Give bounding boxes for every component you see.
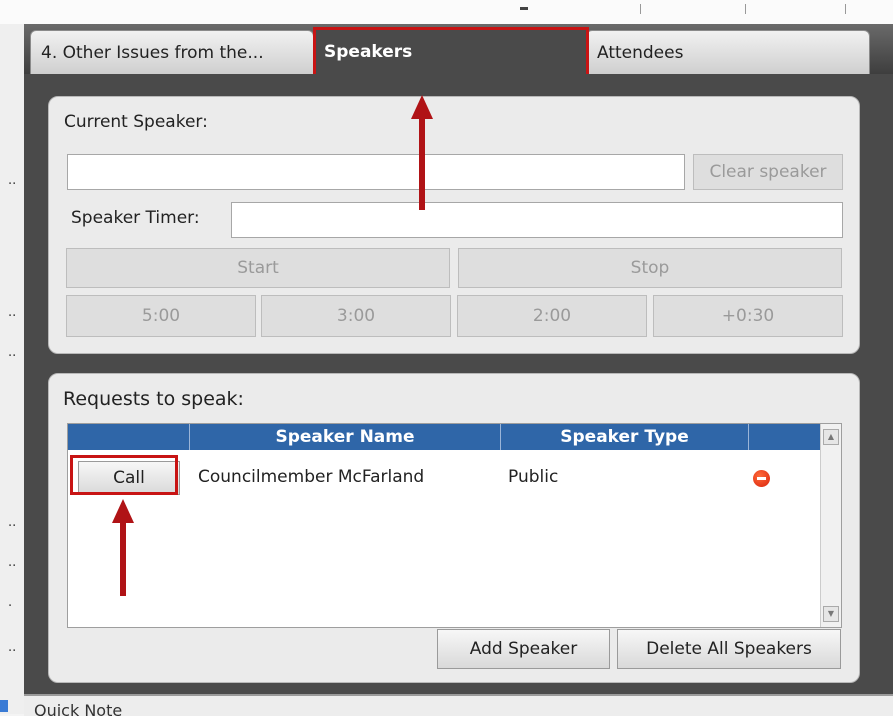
speaker-timer-input[interactable] (231, 202, 843, 238)
current-speaker-input[interactable] (67, 154, 685, 190)
preset-2min-button[interactable]: 2:00 (457, 295, 647, 337)
tab-attendees[interactable]: Attendees (586, 30, 870, 74)
tab-bar: 4. Other Issues from the... Speakers Att… (24, 24, 893, 74)
scroll-down-arrow-icon[interactable]: ▼ (823, 606, 839, 622)
preset-5min-button[interactable]: 5:00 (66, 295, 256, 337)
column-header-action (68, 424, 190, 450)
column-header-speaker-name[interactable]: Speaker Name (190, 424, 501, 450)
remove-speaker-icon[interactable] (753, 470, 770, 487)
requests-title: Requests to speak: (63, 388, 244, 410)
left-panel-edge: .. .. .. .. .. . .. (0, 24, 24, 714)
speaker-type-cell: Public (508, 467, 559, 487)
preset-3min-button[interactable]: 3:00 (261, 295, 451, 337)
add-speaker-button[interactable]: Add Speaker (437, 629, 610, 669)
speaker-requests-table: Speaker Name Speaker Type Call Councilme… (67, 423, 842, 628)
tab-speakers[interactable]: Speakers (314, 30, 586, 74)
column-header-remove (749, 424, 822, 450)
start-timer-button[interactable]: Start (66, 248, 450, 288)
table-scrollbar[interactable]: ▲ ▼ (820, 424, 841, 627)
top-toolbar-strip (0, 0, 893, 24)
quick-note-panel-header: Quick Note (24, 694, 893, 716)
stop-timer-button[interactable]: Stop (458, 248, 842, 288)
delete-all-speakers-button[interactable]: Delete All Speakers (617, 629, 841, 669)
scroll-up-arrow-icon[interactable]: ▲ (823, 429, 839, 445)
speaker-timer-label: Speaker Timer: (71, 208, 200, 228)
clear-speaker-button[interactable]: Clear speaker (693, 154, 843, 190)
current-speaker-label: Current Speaker: (64, 112, 208, 132)
speaker-name-cell: Councilmember McFarland (198, 467, 425, 487)
call-speaker-button[interactable]: Call (78, 461, 180, 495)
preset-add-30sec-button[interactable]: +0:30 (653, 295, 843, 337)
column-header-speaker-type[interactable]: Speaker Type (501, 424, 749, 450)
tab-other-issues[interactable]: 4. Other Issues from the... (30, 30, 314, 74)
